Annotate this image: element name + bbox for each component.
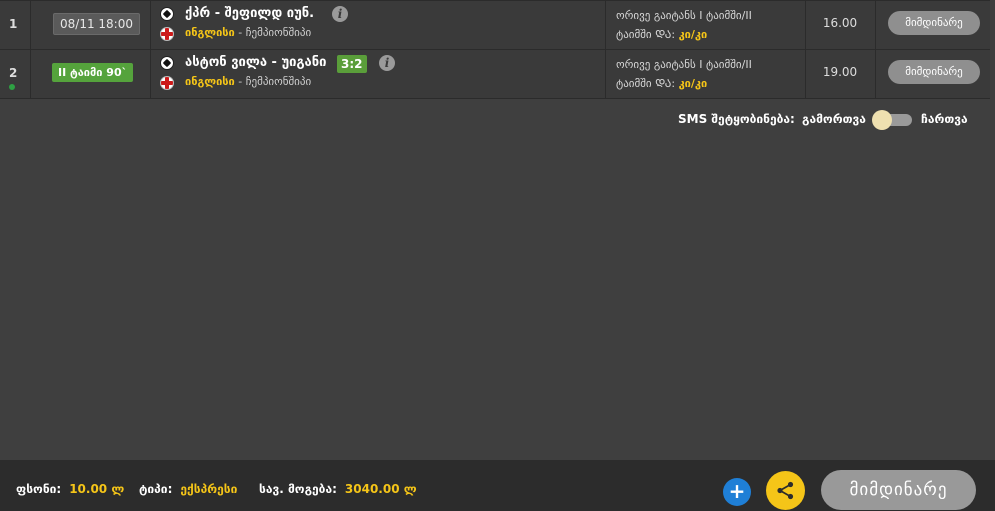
possible-win-label: სავ. მოგება: — [259, 482, 337, 496]
live-period-badge: II ტაიმი 90` — [52, 63, 134, 82]
live-score-badge: 3:2 — [337, 55, 367, 73]
football-icon — [160, 7, 174, 21]
sms-off-label[interactable]: გამორთვა — [802, 112, 866, 126]
info-icon[interactable]: i — [379, 55, 395, 71]
row-index: 2 — [9, 66, 18, 80]
info-icon[interactable]: i — [332, 6, 348, 22]
sms-on-label[interactable]: ჩართვა — [921, 112, 968, 126]
share-button[interactable] — [766, 471, 805, 510]
bet-type-info: ტიპი: ექსპრესი — [139, 482, 237, 496]
sms-toggle[interactable] — [872, 110, 914, 130]
share-icon — [777, 481, 794, 500]
league-name: ჩემპიონშიპი — [245, 75, 312, 88]
stake-value: 10.00 ლ — [69, 482, 125, 496]
league-country: ინგლისი — [185, 26, 235, 39]
bet-market-line2: ტაიმში ‍ᲓᲐ: კი/კი — [616, 28, 708, 41]
england-flag-icon — [160, 27, 174, 41]
stake-label: ფსონი: — [16, 482, 62, 496]
league-name: ჩემპიონშიპი — [245, 26, 312, 39]
bet-type-label: ტიპი: — [139, 482, 173, 496]
bet-market-separator: ᲓᲐ — [655, 77, 672, 90]
bet-type-value: ექსპრესი — [180, 482, 238, 496]
bet-selection: კი/კი — [678, 28, 708, 41]
bet-selection: კი/კი — [678, 77, 708, 90]
bet-odd: 19.00 — [822, 65, 858, 79]
row-index: 1 — [9, 17, 18, 31]
possible-win-info: სავ. მოგება: 3040.00 ლ — [259, 482, 417, 496]
match-teams[interactable]: ასტონ ვილა - უიგანი — [185, 55, 326, 70]
match-league: ინგლისი - ჩემპიონშიპი — [185, 75, 312, 88]
england-flag-icon — [160, 76, 174, 90]
league-country: ინგლისი — [185, 75, 235, 88]
football-icon — [160, 56, 174, 70]
possible-win-value: 3040.00 ლ — [344, 482, 417, 496]
bet-market-line2: ტაიმში ‍ᲓᲐ: კი/კი — [616, 77, 708, 90]
match-time-badge: 08/11 18:00 — [53, 13, 140, 35]
sms-label: SMS შეტყობინება: — [678, 112, 795, 126]
match-teams[interactable]: ქპრ - შეფილდ იუნ. — [185, 6, 314, 21]
stake-info: ფსონი: 10.00 ლ — [16, 482, 124, 496]
plus-icon: + — [728, 479, 746, 503]
bet-market-separator: ᲓᲐ — [655, 28, 672, 41]
bet-market: ორივე გაიტანს I ტაიმში/II — [616, 9, 752, 22]
bet-market-label: ტაიმში ‍ — [616, 77, 656, 90]
live-indicator-dot — [9, 84, 15, 90]
row-status-button[interactable]: მიმდინარე — [888, 60, 980, 84]
table-row: 1 08/11 18:00 ქპრ - შეფილდ იუნ. i ინგლის… — [0, 0, 990, 50]
bets-table: 1 08/11 18:00 ქპრ - შეფილდ იუნ. i ინგლის… — [0, 0, 990, 99]
table-row: 2 II ტაიმი 90` ასტონ ვილა - უიგანი 3:2 i… — [0, 50, 990, 99]
add-button[interactable]: + — [723, 478, 751, 506]
bet-slip-footer: ფსონი: 10.00 ლ ტიპი: ექსპრესი სავ. მოგება:… — [0, 460, 995, 511]
bet-odd: 16.00 — [822, 16, 858, 30]
bet-market: ორივე გაიტანს I ტაიმში/II — [616, 58, 752, 71]
match-league: ინგლისი - ჩემპიონშიპი — [185, 26, 312, 39]
sms-toggle-knob — [872, 110, 892, 130]
row-status-button[interactable]: მიმდინარე — [888, 11, 980, 35]
status-button[interactable]: მიმდინარე — [821, 470, 976, 510]
bet-market-label: ტაიმში ‍ — [616, 28, 656, 41]
